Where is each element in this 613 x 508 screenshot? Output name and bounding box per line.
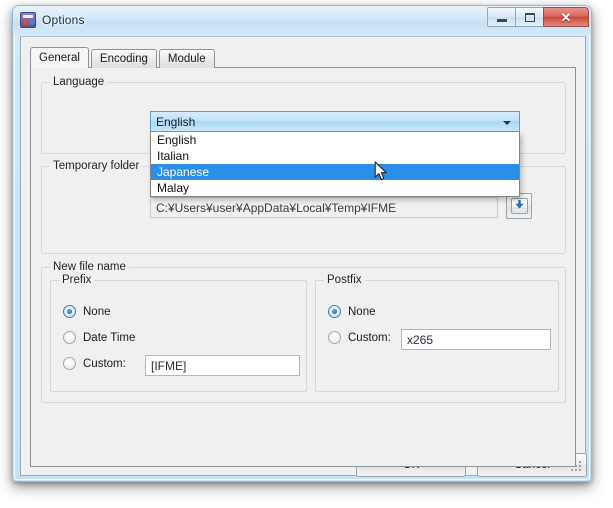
new-file-name-group-label: New file name — [50, 261, 129, 273]
prefix-radio-none[interactable]: None — [63, 305, 111, 318]
dropdown-option-japanese[interactable]: Japanese — [151, 164, 519, 180]
language-combobox-wrapper: English English Italian Japanese Malay — [150, 111, 520, 197]
postfix-group-label: Postfix — [324, 274, 365, 286]
prefix-radio-custom[interactable]: Custom: — [63, 357, 126, 370]
options-app-icon — [20, 12, 36, 28]
temporary-folder-group-label: Temporary folder — [50, 160, 143, 172]
language-group: Language English English Italian Japanes… — [41, 76, 566, 197]
window-controls: ✕ — [487, 7, 589, 27]
close-button[interactable]: ✕ — [543, 7, 589, 27]
radio-indicator — [63, 357, 76, 370]
window-title: Options — [42, 13, 85, 27]
title-bar[interactable]: Options ✕ — [13, 6, 591, 34]
postfix-radio-none-label: None — [348, 305, 376, 318]
dropdown-option-italian[interactable]: Italian — [151, 148, 519, 164]
tab-strip: General Encoding Module — [30, 47, 217, 68]
language-group-label: Language — [50, 76, 108, 88]
radio-indicator — [63, 331, 76, 344]
prefix-group-label: Prefix — [59, 274, 95, 286]
minimize-button[interactable] — [487, 7, 516, 27]
chevron-down-icon — [503, 121, 511, 125]
prefix-custom-input[interactable]: [IFME] — [145, 355, 300, 376]
postfix-group: Postfix None Custom: x265 — [315, 274, 559, 392]
dropdown-option-english[interactable]: English — [151, 132, 519, 148]
language-combobox[interactable]: English — [150, 111, 520, 132]
language-dropdown-list: English Italian Japanese Malay — [150, 132, 520, 197]
radio-indicator — [328, 305, 341, 318]
radio-indicator — [328, 331, 341, 344]
prefix-group: Prefix None Date Time Custom: [IFME] — [50, 274, 307, 392]
tab-encoding[interactable]: Encoding — [90, 49, 157, 68]
maximize-icon — [525, 13, 535, 22]
prefix-radio-none-label: None — [83, 305, 111, 318]
temp-folder-input[interactable]: C:¥Users¥user¥AppData¥Local¥Temp¥IFME — [150, 197, 498, 218]
postfix-custom-input[interactable]: x265 — [401, 329, 551, 350]
minimize-icon — [497, 19, 507, 22]
tab-general[interactable]: General — [30, 47, 89, 68]
tab-module[interactable]: Module — [158, 49, 215, 68]
postfix-radio-custom-label: Custom: — [348, 331, 391, 344]
postfix-radio-none[interactable]: None — [328, 305, 376, 318]
folder-browse-icon — [510, 198, 528, 214]
radio-indicator — [63, 305, 76, 318]
maximize-button[interactable] — [515, 7, 544, 27]
close-icon: ✕ — [560, 10, 572, 25]
dialog-client-area: General Encoding Module Language English… — [20, 36, 587, 477]
prefix-radio-datetime-label: Date Time — [83, 331, 136, 344]
language-combobox-value: English — [156, 114, 196, 129]
new-file-name-group: New file name Prefix None Date Time Cust… — [41, 261, 566, 403]
tab-panel-general: Language English English Italian Japanes… — [30, 67, 576, 467]
prefix-radio-custom-label: Custom: — [83, 357, 126, 370]
dropdown-option-malay[interactable]: Malay — [151, 180, 519, 196]
options-dialog-window: Options ✕ General Encoding Module Langua… — [12, 5, 592, 482]
postfix-radio-custom[interactable]: Custom: — [328, 331, 391, 344]
prefix-radio-datetime[interactable]: Date Time — [63, 331, 135, 344]
